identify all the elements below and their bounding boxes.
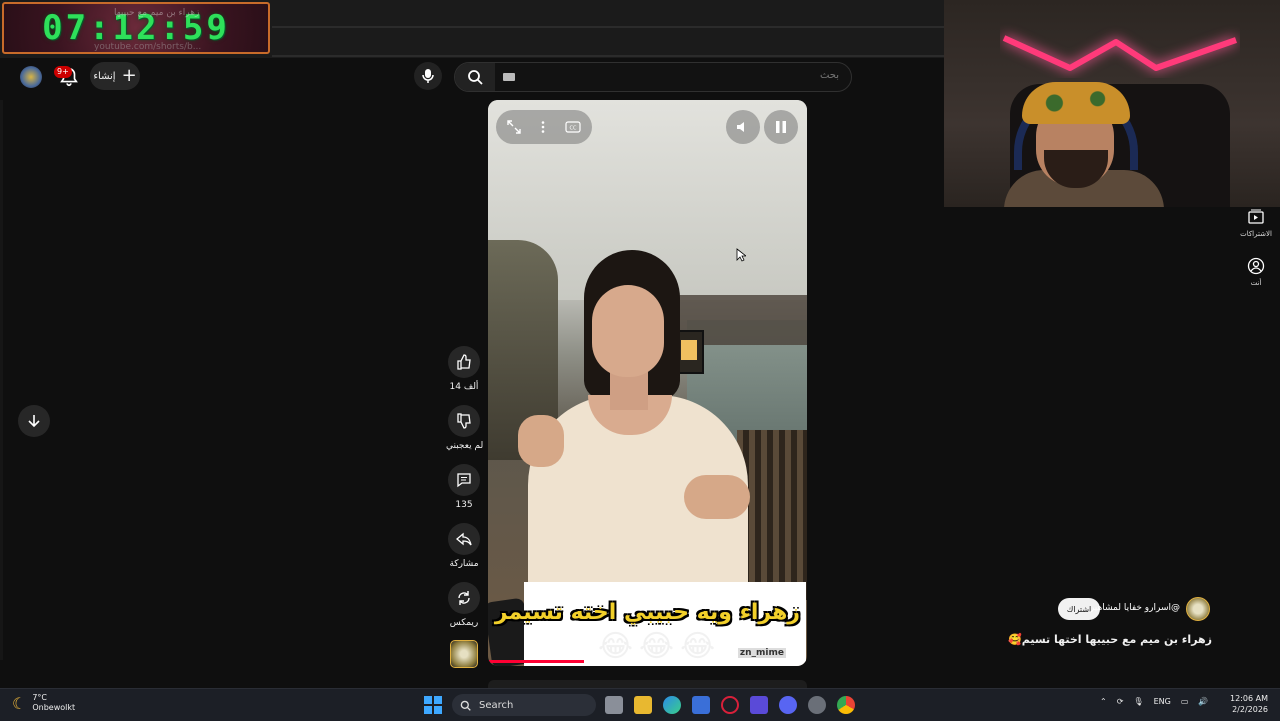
stream-clock-overlay: زهراء بن ميم مع حبيبها 07:12:59 youtube.…	[2, 2, 270, 54]
search-box[interactable]: بحث	[454, 62, 852, 92]
video-progress-fill	[488, 660, 584, 663]
captions-icon[interactable]: CC	[565, 121, 581, 133]
voice-search-button[interactable]	[414, 62, 442, 90]
system-tray: ⌃ ⟳ 🎙 ENG ▭ 🔊	[1100, 697, 1208, 706]
you-label: أنت	[1250, 279, 1262, 287]
youtube-header: 9+ إنشاء + بحث	[0, 58, 944, 98]
user-icon	[1247, 257, 1265, 275]
thumbs-down-icon	[457, 413, 471, 429]
chrome-icon[interactable]	[837, 696, 855, 714]
share-label: مشاركة	[449, 559, 479, 569]
comment-icon	[457, 473, 471, 488]
tray-mic-icon[interactable]: 🎙	[1133, 697, 1143, 706]
cap	[1022, 82, 1130, 124]
channel-thumbnail[interactable]	[450, 640, 478, 668]
comment-count: 135	[455, 500, 473, 510]
app-icon[interactable]	[750, 696, 768, 714]
file-explorer-icon[interactable]	[634, 696, 652, 714]
search-icon	[468, 70, 483, 85]
streamer-webcam	[944, 0, 1280, 207]
channel-name[interactable]: @اسرارو خفايا لمشاهير	[1090, 603, 1180, 613]
moon-icon: ☾	[12, 693, 27, 713]
store-icon[interactable]	[692, 696, 710, 714]
tray-chevron-up-icon[interactable]: ⌃	[1100, 697, 1107, 706]
taskbar-time: 12:06 AM	[1230, 694, 1268, 703]
caption-emoji: 😂😂😂	[598, 629, 722, 664]
video-caption-sticker: زهراء ويه حبيبي اخته تسيمر 😂😂😂 zn_mime	[495, 582, 806, 666]
remix-icon	[458, 591, 470, 605]
left-edge	[0, 100, 3, 660]
weather-description: Onbewolkt	[32, 703, 76, 712]
comments-button[interactable]: 135	[446, 464, 482, 510]
share-button[interactable]: مشاركة	[446, 523, 482, 569]
windows-start-icon[interactable]	[424, 696, 442, 714]
caption-handle: zn_mime	[737, 648, 786, 658]
volume-icon	[737, 122, 744, 132]
discord-icon[interactable]	[779, 696, 797, 714]
weather-temperature: 7°C	[32, 693, 48, 702]
language-indicator[interactable]: ENG	[1154, 697, 1171, 706]
opera-icon[interactable]	[721, 696, 739, 714]
search-button[interactable]	[455, 63, 495, 91]
tray-network-icon[interactable]: ▭	[1181, 697, 1189, 706]
subscriptions-icon	[1248, 209, 1264, 224]
share-icon	[456, 532, 472, 546]
short-video-player[interactable]: CC زهراء ويه حبيبي اخته تسيمر 😂😂😂 zn_mim…	[488, 100, 807, 666]
divider	[272, 26, 944, 28]
arrow-down-icon	[28, 415, 40, 428]
plus-icon: +	[121, 65, 137, 86]
taskbar-search-label: Search	[479, 699, 514, 711]
expand-icon[interactable]	[507, 120, 522, 134]
caption-title: زهراء ويه حبيبي اخته تسيمر	[494, 600, 800, 625]
tray-volume-icon[interactable]: 🔊	[1198, 697, 1208, 706]
windows-taskbar: ☾ 7°C Onbewolkt Search ⌃ ⟳ 🎙 ENG ▭ 🔊 12:…	[0, 688, 1280, 721]
channel-avatar[interactable]	[1186, 597, 1210, 621]
next-short-button[interactable]	[18, 405, 50, 437]
short-title[interactable]: زهراء بن ميم مع حبيبها اختها تسيم🥰	[1008, 633, 1212, 646]
taskbar-clock[interactable]: 12:06 AM 2/2/2026	[1224, 693, 1268, 715]
clock-overlay-top-text: زهراء بن ميم مع حبيبها	[114, 8, 200, 18]
notification-badge: 9+	[54, 66, 72, 78]
create-label: إنشاء	[93, 70, 116, 82]
subscriptions-label: الاشتراكات	[1240, 230, 1272, 238]
next-short-preview[interactable]	[488, 680, 807, 688]
edge-icon[interactable]	[663, 696, 681, 714]
more-options-icon[interactable]	[536, 120, 550, 134]
nav-subscriptions[interactable]: الاشتراكات	[1236, 208, 1276, 238]
dislike-button[interactable]: لم يعجبني	[446, 405, 484, 451]
thumbs-up-icon	[457, 354, 471, 370]
weather-widget[interactable]: ☾ 7°C Onbewolkt	[12, 693, 75, 713]
nav-you[interactable]: أنت	[1236, 257, 1276, 287]
search-placeholder: بحث	[819, 70, 839, 81]
microphone-icon	[422, 69, 434, 83]
search-icon	[460, 700, 471, 711]
channel-row: اشتراك @اسرارو خفايا لمشاهير	[1056, 596, 1212, 622]
like-count: 14 ألف	[449, 382, 479, 392]
player-controls-left: CC	[496, 110, 592, 144]
svg-text:CC: CC	[569, 126, 576, 132]
like-button[interactable]: 14 ألف	[446, 346, 482, 392]
clock-overlay-sub-text: youtube.com/shorts/b...	[94, 42, 202, 52]
pause-icon	[776, 121, 786, 133]
mouse-cursor-icon	[736, 248, 746, 262]
volume-button[interactable]	[726, 110, 760, 144]
remix-label: ريمكس	[449, 618, 479, 628]
taskbar-date: 2/2/2026	[1232, 705, 1268, 714]
dislike-label: لم يعجبني	[446, 441, 484, 451]
steam-icon[interactable]	[808, 696, 826, 714]
pause-button[interactable]	[764, 110, 798, 144]
neon-light-icon	[1002, 35, 1237, 71]
remix-button[interactable]: ريمكس	[446, 582, 482, 628]
account-avatar[interactable]	[20, 66, 42, 88]
video-progress-bar[interactable]	[488, 660, 807, 663]
keyboard-icon[interactable]	[503, 73, 515, 81]
divider	[272, 55, 944, 57]
task-view-icon[interactable]	[605, 696, 623, 714]
create-button[interactable]: إنشاء +	[90, 62, 140, 90]
taskbar-search[interactable]: Search	[452, 694, 596, 716]
tray-sync-icon[interactable]: ⟳	[1117, 697, 1124, 706]
